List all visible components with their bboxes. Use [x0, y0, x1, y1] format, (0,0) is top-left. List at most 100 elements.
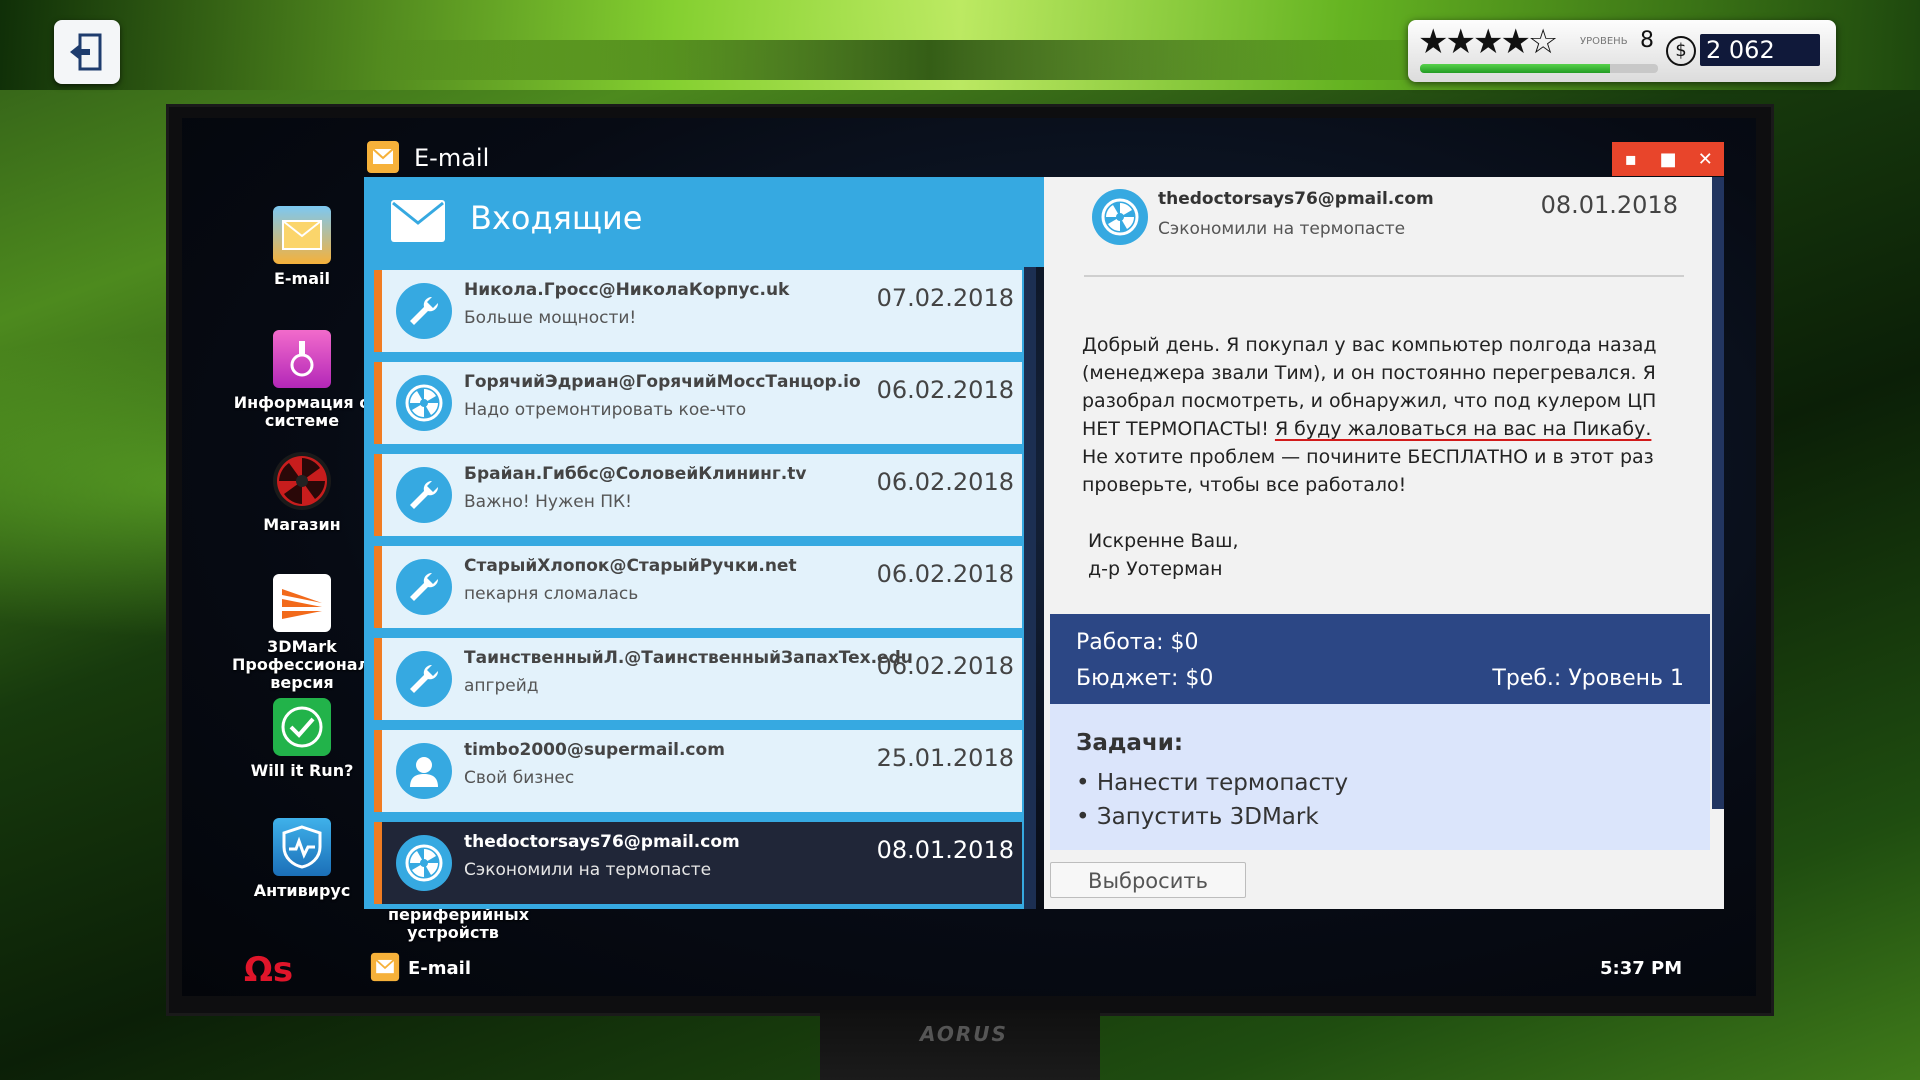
reader-subject: Сэкономили на термопасте [1158, 219, 1406, 239]
email-icon [273, 206, 331, 264]
xp-progress-bar [1420, 64, 1658, 73]
message-subject: Важно! Нужен ПК! [464, 492, 632, 512]
message-sender: Брайан.Гиббс@СоловейКлининг.tv [464, 464, 807, 484]
checkmark-icon [273, 698, 331, 756]
desktop-icon-shop[interactable]: Магазин [232, 452, 372, 534]
message-sender: ГорячийЭдриан@ГорячийМоссТанцор.io [464, 372, 861, 392]
message-sender: СтарыйХлопок@СтарыйРучки.net [464, 556, 797, 576]
envelope-icon [391, 200, 445, 242]
desktop-icon-system-info[interactable]: Информация о системе [232, 330, 372, 430]
message-date: 07.02.2018 [876, 284, 1014, 312]
message-row[interactable]: ТаинственныйЛ.@ТаинственныйЗапахTex.edu а… [374, 638, 1022, 720]
task-item: • Нанести термопасту [1076, 770, 1349, 796]
fan-icon [396, 375, 452, 431]
antivirus-icon [273, 818, 331, 876]
exit-button[interactable] [54, 20, 120, 84]
message-row[interactable]: Брайан.Гиббс@СоловейКлининг.tv Важно! Нуж… [374, 454, 1022, 536]
desktop-icon-label: Will it Run? [250, 761, 354, 780]
message-subject: Надо отремонтировать кое-что [464, 400, 747, 420]
desktop-icon-3dmark[interactable]: 3DMark Профессиональная версия [232, 574, 412, 692]
email-window-titlebar[interactable]: E-mail [364, 140, 1724, 176]
xp-progress-fill [1420, 64, 1611, 73]
reader-date: 08.01.2018 [1540, 191, 1678, 219]
reader-separator [1084, 275, 1684, 277]
desktop-icon-label: 3DMark Профессиональная версия [232, 637, 412, 692]
message-subject: апгрейд [464, 676, 539, 696]
message-sender: thedoctorsays76@pmail.com [464, 832, 740, 852]
dollar-coin-icon: $ [1666, 36, 1696, 66]
message-row[interactable]: timbo2000@supermail.com Свой бизнес 25.01.… [374, 730, 1022, 812]
user-icon [396, 743, 452, 799]
inbox-header: Входящие [364, 177, 1044, 267]
window-controls: ▪ ■ ✕ [1612, 142, 1724, 176]
message-date: 06.02.2018 [876, 376, 1014, 404]
player-status-hud: ★★★★☆ УРОВЕНЬ 8 $ 2 062 [1408, 20, 1836, 82]
exit-door-icon [70, 33, 102, 71]
message-row[interactable]: Никола.Гросс@НиколаКорпус.uk Больше мощно… [374, 270, 1022, 352]
reader-sender: thedoctorsays76@pmail.com [1158, 189, 1434, 209]
taskbar-app-label: E-mail [408, 958, 472, 979]
email-window-icon [366, 140, 400, 174]
message-sender: timbo2000@supermail.com [464, 740, 725, 760]
window-title: E-mail [414, 144, 490, 172]
job-budget: Бюджет: $0 [1076, 666, 1214, 691]
start-menu-logo[interactable]: Ωs [244, 950, 293, 990]
tasks-panel: Задачи: • Нанести термопасту • Запустить… [1050, 704, 1710, 850]
maximize-button[interactable]: ■ [1649, 142, 1686, 176]
message-row[interactable]: ГорячийЭдриан@ГорячийМоссТанцор.io Надо о… [374, 362, 1022, 444]
close-button[interactable]: ✕ [1687, 142, 1724, 176]
email-body-underlined: Я буду жаловаться на вас на Пикабу. [1274, 418, 1652, 440]
desktop-icon-label: Информация о системе [233, 393, 371, 430]
wrench-icon [396, 559, 452, 615]
level-value: 8 [1640, 28, 1654, 53]
job-requirement: Треб.: Уровень 1 [1492, 666, 1684, 691]
taskbar-email-app[interactable]: E-mail [370, 952, 570, 986]
minimize-button[interactable]: ▪ [1612, 142, 1649, 176]
message-subject: Свой бизнес [464, 768, 575, 788]
wrench-icon [396, 283, 452, 339]
message-row[interactable]: thedoctorsays76@pmail.com Сэкономили на т… [374, 822, 1022, 904]
signature-line: Искренне Ваш, [1088, 530, 1239, 552]
desktop-icon-will-it-run[interactable]: Will it Run? [232, 698, 372, 780]
background-shadow-band [380, 40, 1480, 80]
message-sender: ТаинственныйЛ.@ТаинственныйЗапахTex.edu [464, 648, 913, 668]
email-body: Добрый день. Я покупал у вас компьютер п… [1082, 331, 1682, 499]
fan-icon [1101, 198, 1139, 236]
job-payment: Работа: $0 [1076, 630, 1199, 655]
desktop-icon-label: Магазин [263, 515, 341, 534]
desktop-icon-email[interactable]: E-mail [232, 206, 372, 288]
3dmark-icon [273, 574, 331, 632]
email-body-text-end: Не хотите проблем — почините БЕСПЛАТНО и… [1082, 446, 1654, 496]
signature-name: д-р Уотерман [1088, 558, 1223, 580]
message-row[interactable]: СтарыйХлопок@СтарыйРучки.net пекарня слом… [374, 546, 1022, 628]
inbox-title: Входящие [470, 199, 643, 237]
taskbar-clock: 5:37 PM [1600, 958, 1683, 979]
message-date: 06.02.2018 [876, 652, 1014, 680]
reading-pane-scrollbar[interactable] [1712, 177, 1724, 809]
sender-avatar [1092, 189, 1148, 245]
monitor-brand: AORUS [920, 1022, 1008, 1046]
shop-fan-icon [273, 452, 331, 510]
fan-icon [396, 835, 452, 891]
message-date: 25.01.2018 [876, 744, 1014, 772]
discard-button[interactable]: Выбросить [1050, 862, 1246, 898]
money-value: 2 062 [1700, 34, 1820, 66]
message-subject: Сэкономили на термопасте [464, 860, 712, 880]
tasks-title: Задачи: [1076, 730, 1184, 756]
level-label: УРОВЕНЬ [1580, 36, 1628, 47]
desktop-icon-label: E-mail [273, 269, 330, 288]
system-info-icon [273, 330, 331, 388]
message-list-scrollbar[interactable] [1024, 267, 1036, 909]
desktop-icon-label-peripherals[interactable]: периферийных устройств [388, 906, 529, 942]
wrench-icon [396, 467, 452, 523]
job-info-panel: Работа: $0 Бюджет: $0 Треб.: Уровень 1 [1050, 614, 1710, 704]
message-date: 06.02.2018 [876, 560, 1014, 588]
message-subject: Больше мощности! [464, 308, 637, 328]
email-signature: Искренне Ваш, д-р Уотерман [1088, 527, 1239, 583]
desktop-icon-label: Антивирус [253, 881, 351, 900]
wrench-icon [396, 651, 452, 707]
message-date: 06.02.2018 [876, 468, 1014, 496]
desktop-icon-antivirus[interactable]: Антивирус [232, 818, 372, 900]
email-icon [370, 952, 400, 982]
task-item: • Запустить 3DMark [1076, 804, 1319, 830]
